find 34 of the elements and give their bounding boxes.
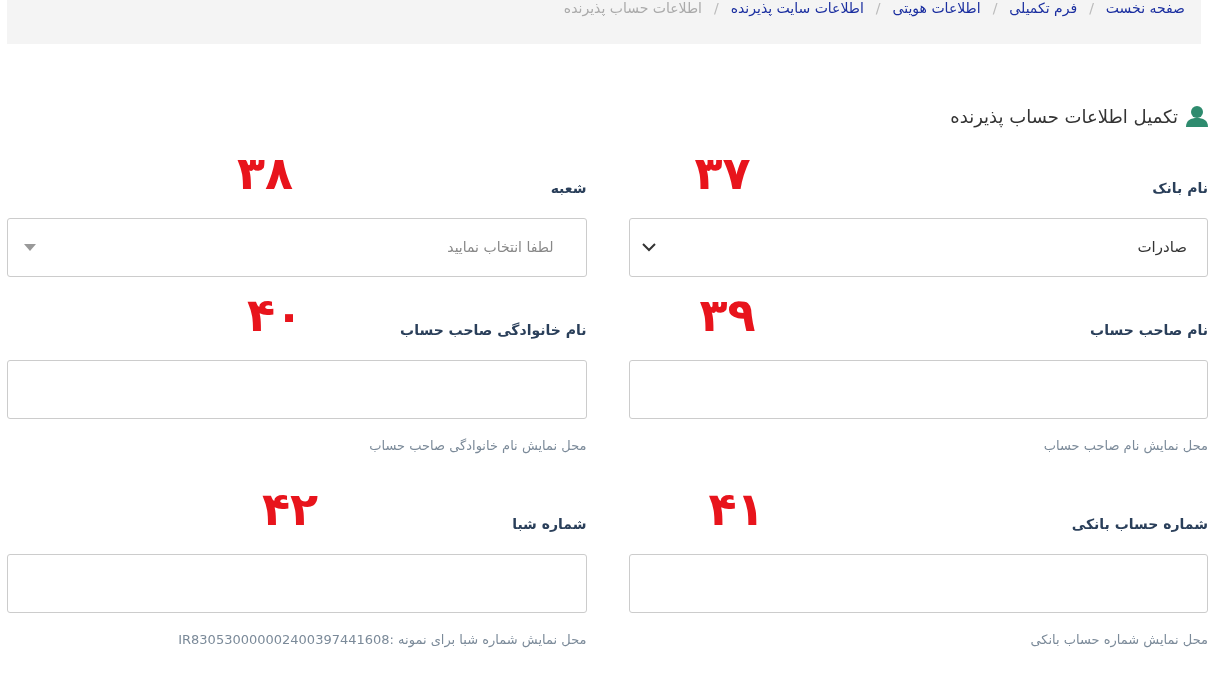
field-hint: محل نمایش نام خانوادگی صاحب حساب [368,437,587,456]
breadcrumb-link[interactable]: اطلاعات سایت پذیرنده [730,0,864,19]
caret-down-icon [24,244,36,251]
field-label: نام صاحب حساب [1090,320,1208,340]
field-label: شماره حساب بانکی [1071,514,1208,534]
input-field[interactable] [7,360,587,419]
field-hint: محل نمایش شماره شبا برای نمونه :IR830530000002400397441608 [177,631,587,650]
annotation-number: ۴۰ [247,292,304,338]
section-title: تکمیل اطلاعات حساب پذیرنده [950,104,1178,130]
branch-select[interactable]: لطفا انتخاب نمایید [7,218,587,277]
field-label: شعبه [550,178,587,198]
breadcrumb-separator: / [1089,0,1094,18]
bank-select[interactable]: صادرات [628,218,1208,277]
annotation-number: ۳۹ [699,292,756,338]
input-field[interactable] [628,360,1208,419]
field-label: نام بانک [1152,178,1208,198]
breadcrumb-link[interactable]: اطلاعات هویتی [892,0,981,19]
breadcrumb-separator: / [992,0,998,18]
annotation-number: ۴۲ [262,486,319,532]
field-label: شماره شبا [512,514,587,534]
breadcrumb-link[interactable]: صفحه نخست [1105,0,1185,19]
input-field[interactable] [7,554,587,613]
user-icon [1186,105,1208,127]
annotation-number: ۴۱ [708,486,765,532]
annotation-number: ۳۸ [237,150,294,196]
breadcrumb-separator: / [713,0,719,18]
input-field[interactable] [628,554,1208,613]
breadcrumb-link[interactable]: فرم تکمیلی [1009,0,1078,19]
field-hint: محل نمایش نام صاحب حساب [1042,437,1208,456]
field-hint: محل نمایش شماره حساب بانکی [1029,631,1208,650]
field-label: نام خانوادگی صاحب حساب [400,320,587,341]
chevron-down-icon [641,243,656,252]
annotation-number: ۳۷ [694,150,751,196]
breadcrumb-separator: / [875,0,881,18]
